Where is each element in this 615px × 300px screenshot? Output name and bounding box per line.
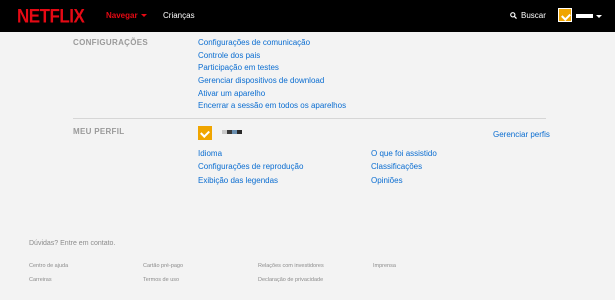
manage-download-devices-link[interactable]: Gerenciar dispositivos de download [198, 76, 324, 85]
chevron-down-icon [140, 14, 147, 17]
browse-menu[interactable]: Navegar [106, 11, 147, 20]
search-icon [510, 12, 517, 19]
footer-terms-link[interactable]: Termos de uso [143, 277, 179, 283]
profile-avatar [198, 126, 212, 140]
settings-section-title: CONFIGURAÇÕES [73, 38, 149, 47]
ratings-link[interactable]: Classificações [371, 162, 422, 171]
subtitle-appearance-link[interactable]: Exibição das legendas [198, 176, 278, 185]
footer-careers-link[interactable]: Carreiras [29, 277, 52, 283]
profile-section-title: MEU PERFIL [73, 127, 125, 136]
search-label: Buscar [521, 11, 546, 20]
profile-name-redacted [576, 14, 593, 18]
reviews-link[interactable]: Opiniões [371, 176, 403, 185]
activate-device-link[interactable]: Ativar um aparelho [198, 89, 265, 98]
netflix-logo[interactable]: NETFLIX [17, 5, 85, 28]
viewing-activity-link[interactable]: O que foi assistido [371, 149, 437, 158]
parental-controls-link[interactable]: Controle dos pais [198, 51, 260, 60]
top-navigation-bar: NETFLIX Navegar Crianças Buscar [0, 0, 615, 32]
browse-label: Navegar [106, 11, 138, 20]
playback-settings-link[interactable]: Configurações de reprodução [198, 162, 303, 171]
test-participation-link[interactable]: Participação em testes [198, 63, 279, 72]
contact-question[interactable]: Dúvidas? Entre em contato. [29, 240, 115, 247]
account-chevron-down-icon[interactable] [596, 15, 602, 18]
search-button[interactable]: Buscar [510, 11, 546, 20]
manage-profiles-link[interactable]: Gerenciar perfis [493, 130, 550, 139]
footer-privacy-link[interactable]: Declaração de privacidade [258, 277, 323, 283]
section-divider [73, 118, 546, 119]
profile-name-redacted [222, 130, 242, 134]
footer-gift-card-link[interactable]: Cartão pré-pago [143, 263, 183, 269]
sign-out-all-devices-link[interactable]: Encerrar a sessão em todos os aparelhos [198, 101, 346, 110]
account-avatar[interactable] [558, 8, 572, 22]
footer-press-link[interactable]: Imprensa [373, 263, 396, 269]
communication-settings-link[interactable]: Configurações de comunicação [198, 38, 310, 47]
language-link[interactable]: Idioma [198, 149, 222, 158]
kids-link[interactable]: Crianças [163, 11, 195, 20]
footer-help-center-link[interactable]: Centro de ajuda [29, 263, 68, 269]
footer-investor-relations-link[interactable]: Relações com investidores [258, 263, 324, 269]
